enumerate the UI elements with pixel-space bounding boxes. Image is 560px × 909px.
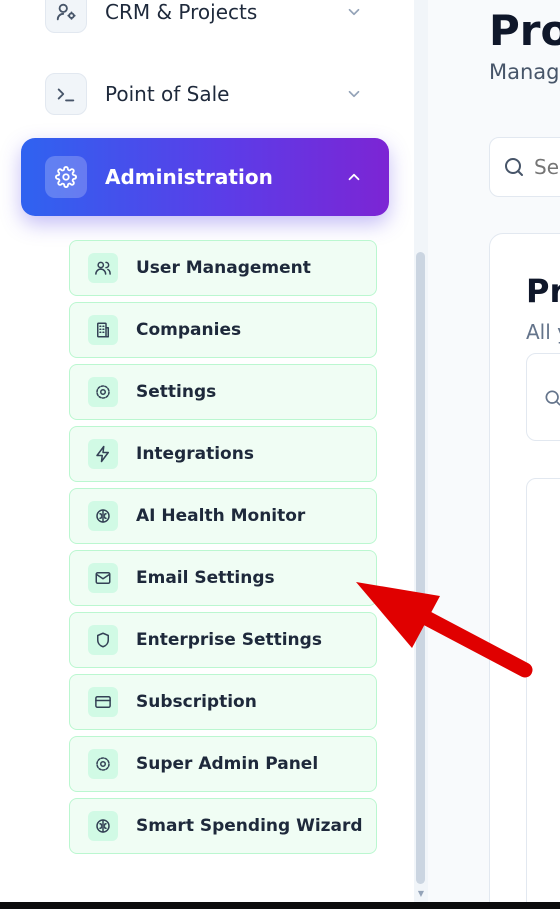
credit-card-icon (88, 687, 118, 717)
bottom-bar (0, 902, 560, 909)
brain-icon (88, 501, 118, 531)
sidebar-scrollbar-thumb[interactable] (416, 252, 425, 884)
gear-icon (88, 749, 118, 779)
admin-item-label: Enterprise Settings (136, 630, 322, 650)
admin-item-label: Smart Spending Wizard (136, 816, 363, 836)
mail-icon (88, 563, 118, 593)
admin-item-label: Subscription (136, 692, 257, 712)
admin-item-enterprise-settings[interactable]: Enterprise Settings (69, 612, 377, 668)
lightning-icon (88, 439, 118, 469)
admin-item-label: Integrations (136, 444, 254, 464)
user-cog-icon (45, 0, 87, 33)
search-input[interactable] (534, 155, 560, 179)
admin-item-subscription[interactable]: Subscription (69, 674, 377, 730)
page-subtitle: Manag (489, 60, 560, 84)
shield-icon (88, 625, 118, 655)
content-card: Pr All y (489, 233, 560, 902)
admin-item-email-settings[interactable]: Email Settings (69, 550, 377, 606)
admin-item-integrations[interactable]: Integrations (69, 426, 377, 482)
nav-item-label: Administration (105, 165, 273, 189)
chevron-down-icon (343, 83, 365, 105)
admin-item-companies[interactable]: Companies (69, 302, 377, 358)
brain-icon (88, 811, 118, 841)
admin-item-ai-health-monitor[interactable]: AI Health Monitor (69, 488, 377, 544)
gear-icon (88, 377, 118, 407)
search-icon (502, 155, 526, 179)
nav-item-label: Point of Sale (105, 82, 230, 106)
admin-item-settings[interactable]: Settings (69, 364, 377, 420)
scroll-down-arrow-icon[interactable]: ▼ (416, 890, 426, 898)
card-title: Pr (526, 272, 560, 310)
admin-item-user-management[interactable]: User Management (69, 240, 377, 296)
chevron-down-icon (343, 1, 365, 23)
admin-item-label: User Management (136, 258, 311, 278)
admin-item-smart-spending-wizard[interactable]: Smart Spending Wizard (69, 798, 377, 854)
nav-item-point-of-sale[interactable]: Point of Sale (21, 55, 389, 133)
users-icon (88, 253, 118, 283)
admin-item-label: Email Settings (136, 568, 275, 588)
sidebar: CRM & Projects Point of Sale Administrat… (0, 0, 414, 902)
search-icon (543, 388, 560, 412)
search-box[interactable] (489, 137, 560, 197)
annotation-arrow-icon (356, 582, 533, 678)
admin-item-super-admin-panel[interactable]: Super Admin Panel (69, 736, 377, 792)
nav-item-crm-projects[interactable]: CRM & Projects (21, 0, 389, 51)
terminal-icon (45, 73, 87, 115)
page-title: Pro (489, 6, 560, 55)
admin-item-label: Settings (136, 382, 217, 402)
card-search-input[interactable] (526, 353, 560, 441)
card-subtitle: All y (526, 320, 560, 344)
admin-item-label: Companies (136, 320, 242, 340)
main-content: Pro Manag Pr All y (428, 0, 560, 902)
chevron-up-icon (343, 166, 365, 188)
nav-item-label: CRM & Projects (105, 0, 258, 24)
admin-item-label: AI Health Monitor (136, 506, 306, 526)
nav-item-administration[interactable]: Administration (21, 138, 389, 216)
card-inner-panel (526, 478, 560, 902)
building-icon (88, 315, 118, 345)
admin-item-label: Super Admin Panel (136, 754, 319, 774)
gear-icon (45, 156, 87, 198)
